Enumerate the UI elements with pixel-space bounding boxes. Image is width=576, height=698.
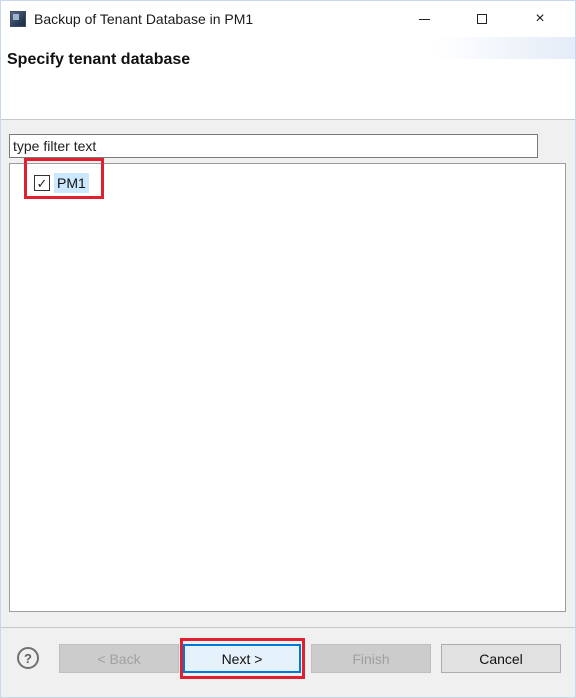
header-divider xyxy=(1,119,575,120)
tenant-database-tree[interactable]: ✓ PM1 xyxy=(9,163,566,612)
tree-item-label: PM1 xyxy=(54,173,89,193)
maximize-icon xyxy=(477,14,487,24)
close-icon: × xyxy=(535,10,545,27)
maximize-button[interactable] xyxy=(453,1,511,37)
finish-button[interactable]: Finish xyxy=(311,644,431,673)
close-button[interactable]: × xyxy=(511,1,569,37)
tree-item-checkbox[interactable]: ✓ xyxy=(34,175,50,191)
tree-item-pm1[interactable]: ✓ PM1 xyxy=(34,172,89,194)
header-banner-gradient xyxy=(435,37,575,59)
help-icon[interactable]: ? xyxy=(17,647,39,669)
app-icon xyxy=(10,11,26,27)
filter-input[interactable] xyxy=(9,134,538,158)
minimize-button[interactable] xyxy=(395,1,453,37)
minimize-icon xyxy=(418,18,430,20)
checkmark-icon: ✓ xyxy=(36,175,48,191)
wizard-header: Specify tenant database xyxy=(1,37,575,119)
backup-wizard-dialog: Backup of Tenant Database in PM1 × Speci… xyxy=(0,0,576,698)
title-bar[interactable]: Backup of Tenant Database in PM1 × xyxy=(1,1,575,37)
button-bar-divider xyxy=(1,627,575,628)
back-button[interactable]: < Back xyxy=(59,644,179,673)
cancel-button[interactable]: Cancel xyxy=(441,644,561,673)
next-button[interactable]: Next > xyxy=(183,644,301,673)
page-title: Specify tenant database xyxy=(7,51,191,68)
window-title: Backup of Tenant Database in PM1 xyxy=(34,11,254,27)
